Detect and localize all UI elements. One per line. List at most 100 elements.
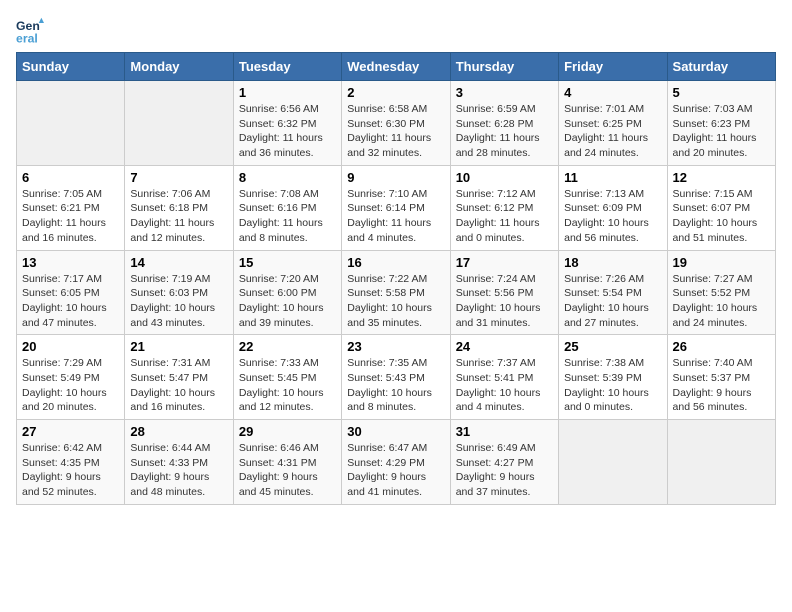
calendar-cell: 15 Sunrise: 7:20 AM Sunset: 6:00 PM Dayli…	[233, 250, 341, 335]
calendar-cell: 2Sunrise: 6:58 AM Sunset: 6:30 PM Daylig…	[342, 81, 450, 166]
calendar-cell: 23Sunrise: 7:35 AM Sunset: 5:43 PM Dayli…	[342, 335, 450, 420]
calendar-cell: 11 Sunrise: 7:13 AM Sunset: 6:09 PM Dayli…	[559, 165, 667, 250]
day-number: 4	[564, 85, 661, 100]
day-detail: Sunrise: 7:27 AM Sunset: 5:52 PM Dayligh…	[673, 272, 770, 331]
calendar-cell: 18 Sunrise: 7:26 AM Sunset: 5:54 PM Dayli…	[559, 250, 667, 335]
weekday-header: Sunday	[17, 53, 125, 81]
calendar-cell: 19 Sunrise: 7:27 AM Sunset: 5:52 PM Dayli…	[667, 250, 775, 335]
day-detail: Sunrise: 6:46 AM Sunset: 4:31 PM Dayligh…	[239, 441, 336, 500]
day-detail: Sunrise: 7:20 AM Sunset: 6:00 PM Dayligh…	[239, 272, 336, 331]
day-detail: Sunrise: 7:38 AM Sunset: 5:39 PM Dayligh…	[564, 356, 661, 415]
day-number: 8	[239, 170, 336, 185]
day-detail: Sunrise: 6:44 AM Sunset: 4:33 PM Dayligh…	[130, 441, 227, 500]
calendar-cell: 20 Sunrise: 7:29 AM Sunset: 5:49 PM Dayli…	[17, 335, 125, 420]
day-number: 19	[673, 255, 770, 270]
day-number: 11	[564, 170, 661, 185]
weekday-header: Wednesday	[342, 53, 450, 81]
header-row: SundayMondayTuesdayWednesdayThursdayFrid…	[17, 53, 776, 81]
calendar-cell: 6Sunrise: 7:05 AM Sunset: 6:21 PM Daylig…	[17, 165, 125, 250]
day-detail: Sunrise: 7:22 AM Sunset: 5:58 PM Dayligh…	[347, 272, 444, 331]
calendar-cell: 12 Sunrise: 7:15 AM Sunset: 6:07 PM Dayli…	[667, 165, 775, 250]
calendar-cell: 25 Sunrise: 7:38 AM Sunset: 5:39 PM Dayli…	[559, 335, 667, 420]
calendar-cell	[667, 420, 775, 505]
calendar-cell: 27Sunrise: 6:42 AM Sunset: 4:35 PM Dayli…	[17, 420, 125, 505]
calendar-cell: 16 Sunrise: 7:22 AM Sunset: 5:58 PM Dayli…	[342, 250, 450, 335]
calendar-cell: 10 Sunrise: 7:12 AM Sunset: 6:12 PM Dayli…	[450, 165, 558, 250]
calendar-cell	[125, 81, 233, 166]
day-detail: Sunrise: 7:33 AM Sunset: 5:45 PM Dayligh…	[239, 356, 336, 415]
day-number: 28	[130, 424, 227, 439]
calendar-cell: 29 Sunrise: 6:46 AM Sunset: 4:31 PM Dayli…	[233, 420, 341, 505]
day-number: 13	[22, 255, 119, 270]
calendar-week-row: 1 Sunrise: 6:56 AM Sunset: 6:32 PM Daylig…	[17, 81, 776, 166]
day-detail: Sunrise: 7:13 AM Sunset: 6:09 PM Dayligh…	[564, 187, 661, 246]
calendar-cell: 26 Sunrise: 7:40 AM Sunset: 5:37 PM Dayli…	[667, 335, 775, 420]
day-number: 31	[456, 424, 553, 439]
calendar-cell	[559, 420, 667, 505]
calendar-week-row: 20 Sunrise: 7:29 AM Sunset: 5:49 PM Dayli…	[17, 335, 776, 420]
day-number: 7	[130, 170, 227, 185]
logo: Gen eral	[16, 16, 48, 44]
day-number: 14	[130, 255, 227, 270]
calendar-cell: 9 Sunrise: 7:10 AM Sunset: 6:14 PM Daylig…	[342, 165, 450, 250]
day-number: 15	[239, 255, 336, 270]
day-detail: Sunrise: 7:37 AM Sunset: 5:41 PM Dayligh…	[456, 356, 553, 415]
calendar-cell: 13 Sunrise: 7:17 AM Sunset: 6:05 PM Dayli…	[17, 250, 125, 335]
calendar-cell: 1 Sunrise: 6:56 AM Sunset: 6:32 PM Daylig…	[233, 81, 341, 166]
weekday-header: Friday	[559, 53, 667, 81]
day-detail: Sunrise: 7:15 AM Sunset: 6:07 PM Dayligh…	[673, 187, 770, 246]
day-detail: Sunrise: 7:17 AM Sunset: 6:05 PM Dayligh…	[22, 272, 119, 331]
day-number: 5	[673, 85, 770, 100]
day-number: 17	[456, 255, 553, 270]
calendar-table: SundayMondayTuesdayWednesdayThursdayFrid…	[16, 52, 776, 505]
day-number: 20	[22, 339, 119, 354]
weekday-header: Thursday	[450, 53, 558, 81]
day-number: 12	[673, 170, 770, 185]
day-number: 1	[239, 85, 336, 100]
calendar-cell: 4Sunrise: 7:01 AM Sunset: 6:25 PM Daylig…	[559, 81, 667, 166]
calendar-cell: 30Sunrise: 6:47 AM Sunset: 4:29 PM Dayli…	[342, 420, 450, 505]
day-number: 18	[564, 255, 661, 270]
weekday-header: Monday	[125, 53, 233, 81]
day-number: 22	[239, 339, 336, 354]
day-number: 23	[347, 339, 444, 354]
day-detail: Sunrise: 7:24 AM Sunset: 5:56 PM Dayligh…	[456, 272, 553, 331]
day-detail: Sunrise: 7:12 AM Sunset: 6:12 PM Dayligh…	[456, 187, 553, 246]
day-detail: Sunrise: 6:49 AM Sunset: 4:27 PM Dayligh…	[456, 441, 553, 500]
calendar-cell: 28 Sunrise: 6:44 AM Sunset: 4:33 PM Dayli…	[125, 420, 233, 505]
day-number: 16	[347, 255, 444, 270]
day-number: 26	[673, 339, 770, 354]
calendar-cell: 7Sunrise: 7:06 AM Sunset: 6:18 PM Daylig…	[125, 165, 233, 250]
weekday-header: Saturday	[667, 53, 775, 81]
calendar-cell: 5 Sunrise: 7:03 AM Sunset: 6:23 PM Daylig…	[667, 81, 775, 166]
calendar-cell: 21Sunrise: 7:31 AM Sunset: 5:47 PM Dayli…	[125, 335, 233, 420]
calendar-week-row: 27Sunrise: 6:42 AM Sunset: 4:35 PM Dayli…	[17, 420, 776, 505]
calendar-cell: 31 Sunrise: 6:49 AM Sunset: 4:27 PM Dayli…	[450, 420, 558, 505]
day-number: 27	[22, 424, 119, 439]
calendar-cell: 22 Sunrise: 7:33 AM Sunset: 5:45 PM Dayli…	[233, 335, 341, 420]
day-detail: Sunrise: 7:40 AM Sunset: 5:37 PM Dayligh…	[673, 356, 770, 415]
day-number: 25	[564, 339, 661, 354]
day-detail: Sunrise: 7:10 AM Sunset: 6:14 PM Dayligh…	[347, 187, 444, 246]
calendar-week-row: 13 Sunrise: 7:17 AM Sunset: 6:05 PM Dayli…	[17, 250, 776, 335]
day-detail: Sunrise: 6:47 AM Sunset: 4:29 PM Dayligh…	[347, 441, 444, 500]
day-number: 2	[347, 85, 444, 100]
day-detail: Sunrise: 7:26 AM Sunset: 5:54 PM Dayligh…	[564, 272, 661, 331]
day-detail: Sunrise: 6:59 AM Sunset: 6:28 PM Dayligh…	[456, 102, 553, 161]
weekday-header: Tuesday	[233, 53, 341, 81]
day-number: 29	[239, 424, 336, 439]
day-number: 9	[347, 170, 444, 185]
day-detail: Sunrise: 7:31 AM Sunset: 5:47 PM Dayligh…	[130, 356, 227, 415]
day-detail: Sunrise: 6:56 AM Sunset: 6:32 PM Dayligh…	[239, 102, 336, 161]
day-number: 10	[456, 170, 553, 185]
calendar-cell: 3Sunrise: 6:59 AM Sunset: 6:28 PM Daylig…	[450, 81, 558, 166]
day-detail: Sunrise: 7:29 AM Sunset: 5:49 PM Dayligh…	[22, 356, 119, 415]
calendar-week-row: 6Sunrise: 7:05 AM Sunset: 6:21 PM Daylig…	[17, 165, 776, 250]
day-number: 24	[456, 339, 553, 354]
calendar-cell	[17, 81, 125, 166]
day-detail: Sunrise: 7:03 AM Sunset: 6:23 PM Dayligh…	[673, 102, 770, 161]
day-detail: Sunrise: 7:05 AM Sunset: 6:21 PM Dayligh…	[22, 187, 119, 246]
calendar-cell: 14 Sunrise: 7:19 AM Sunset: 6:03 PM Dayli…	[125, 250, 233, 335]
day-detail: Sunrise: 7:19 AM Sunset: 6:03 PM Dayligh…	[130, 272, 227, 331]
logo-icon: Gen eral	[16, 16, 44, 44]
